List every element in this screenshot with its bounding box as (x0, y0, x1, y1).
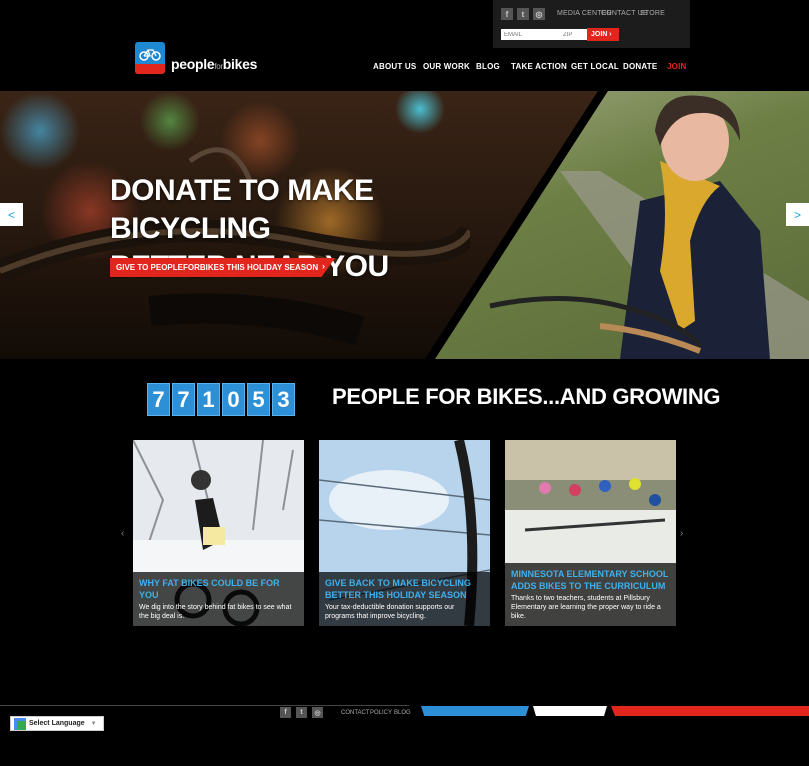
cards-prev-arrow[interactable]: ‹ (121, 528, 124, 539)
news-card-caption: WHY FAT BIKES COULD BE FOR YOU We dig in… (133, 572, 304, 626)
hero-cta-button[interactable]: GIVE TO PEOPLEFORBIKES THIS HOLIDAY SEAS… (110, 258, 335, 277)
footer-stripe-blue (421, 706, 529, 716)
news-card-caption: GIVE BACK TO MAKE BICYCLING BETTER THIS … (319, 572, 490, 626)
instagram-icon[interactable]: ◎ (533, 8, 545, 20)
counter-digit: 5 (247, 383, 270, 416)
store-link[interactable]: STORE (640, 10, 665, 17)
counter-digit: 1 (197, 383, 220, 416)
news-card-title[interactable]: GIVE BACK TO MAKE BICYCLING BETTER THIS … (325, 577, 484, 601)
counter-digit: 7 (147, 383, 170, 416)
google-translate-icon (14, 717, 26, 730)
nav-join[interactable]: JOIN (667, 62, 686, 71)
news-card-title[interactable]: WHY FAT BIKES COULD BE FOR YOU (139, 577, 298, 601)
nav-about-us[interactable]: ABOUT US (373, 62, 416, 71)
facebook-icon[interactable]: f (501, 8, 513, 20)
chevron-right-icon: › (322, 261, 325, 271)
hero-cta-label: GIVE TO PEOPLEFORBIKES THIS HOLIDAY SEAS… (116, 263, 319, 272)
language-select-label: Select Language (29, 720, 85, 727)
logo-people: people (171, 56, 215, 72)
footer-blog-link[interactable]: BLOG (394, 710, 411, 716)
instagram-icon[interactable]: ◎ (312, 707, 323, 718)
language-select[interactable]: Select Language ▼ (10, 716, 104, 731)
footer-policy-link[interactable]: POLICY (370, 710, 392, 716)
news-card-title[interactable]: MINNESOTA ELEMENTARY SCHOOL ADDS BIKES T… (511, 568, 670, 592)
counter-digit: 7 (172, 383, 195, 416)
news-card[interactable]: WHY FAT BIKES COULD BE FOR YOU We dig in… (133, 440, 304, 626)
footer-contact-link[interactable]: CONTACT (341, 710, 370, 716)
utility-bar: f t ◎ MEDIA CENTER CONTACT US STORE JOIN… (493, 0, 690, 48)
footer-divider (0, 705, 409, 706)
footer-stripe-white (533, 706, 607, 716)
twitter-icon[interactable]: t (296, 707, 307, 718)
news-card[interactable]: MINNESOTA ELEMENTARY SCHOOL ADDS BIKES T… (505, 440, 676, 626)
news-card-body: Thanks to two teachers, students at Pill… (511, 595, 661, 620)
logo-bikes: bikes (222, 56, 258, 72)
counter-digit: 3 (272, 383, 295, 416)
hero-prev-arrow[interactable]: < (0, 203, 23, 226)
zip-field[interactable] (563, 29, 585, 40)
logo-wordmark[interactable]: peopleforbikes (171, 56, 257, 72)
news-card-body: Your tax-deductible donation supports ou… (325, 604, 455, 620)
nav-get-local[interactable]: GET LOCAL (571, 62, 619, 71)
footer-stripe-red (611, 706, 809, 716)
chevron-down-icon: ▼ (90, 720, 97, 727)
join-button[interactable]: JOIN › (587, 28, 619, 41)
logo-for: for (214, 62, 223, 71)
logo-icon[interactable] (135, 42, 165, 74)
news-card[interactable]: GIVE BACK TO MAKE BICYCLING BETTER THIS … (319, 440, 490, 626)
news-card-body: We dig into the story behind fat bikes t… (139, 604, 292, 620)
counter-title: PEOPLE FOR BIKES...AND GROWING (332, 384, 721, 409)
twitter-icon[interactable]: t (517, 8, 529, 20)
news-card-caption: MINNESOTA ELEMENTARY SCHOOL ADDS BIKES T… (505, 563, 676, 626)
cards-next-arrow[interactable]: › (680, 528, 683, 539)
nav-blog[interactable]: BLOG (476, 62, 500, 71)
counter-digit: 0 (222, 383, 245, 416)
hero-title-line1: DONATE TO MAKE BICYCLING (110, 174, 374, 245)
hero-next-arrow[interactable]: > (786, 203, 809, 226)
facebook-icon[interactable]: f (280, 707, 291, 718)
nav-take-action[interactable]: TAKE ACTION (511, 62, 567, 71)
nav-donate[interactable]: DONATE (623, 62, 657, 71)
nav-our-work[interactable]: OUR WORK (423, 62, 470, 71)
